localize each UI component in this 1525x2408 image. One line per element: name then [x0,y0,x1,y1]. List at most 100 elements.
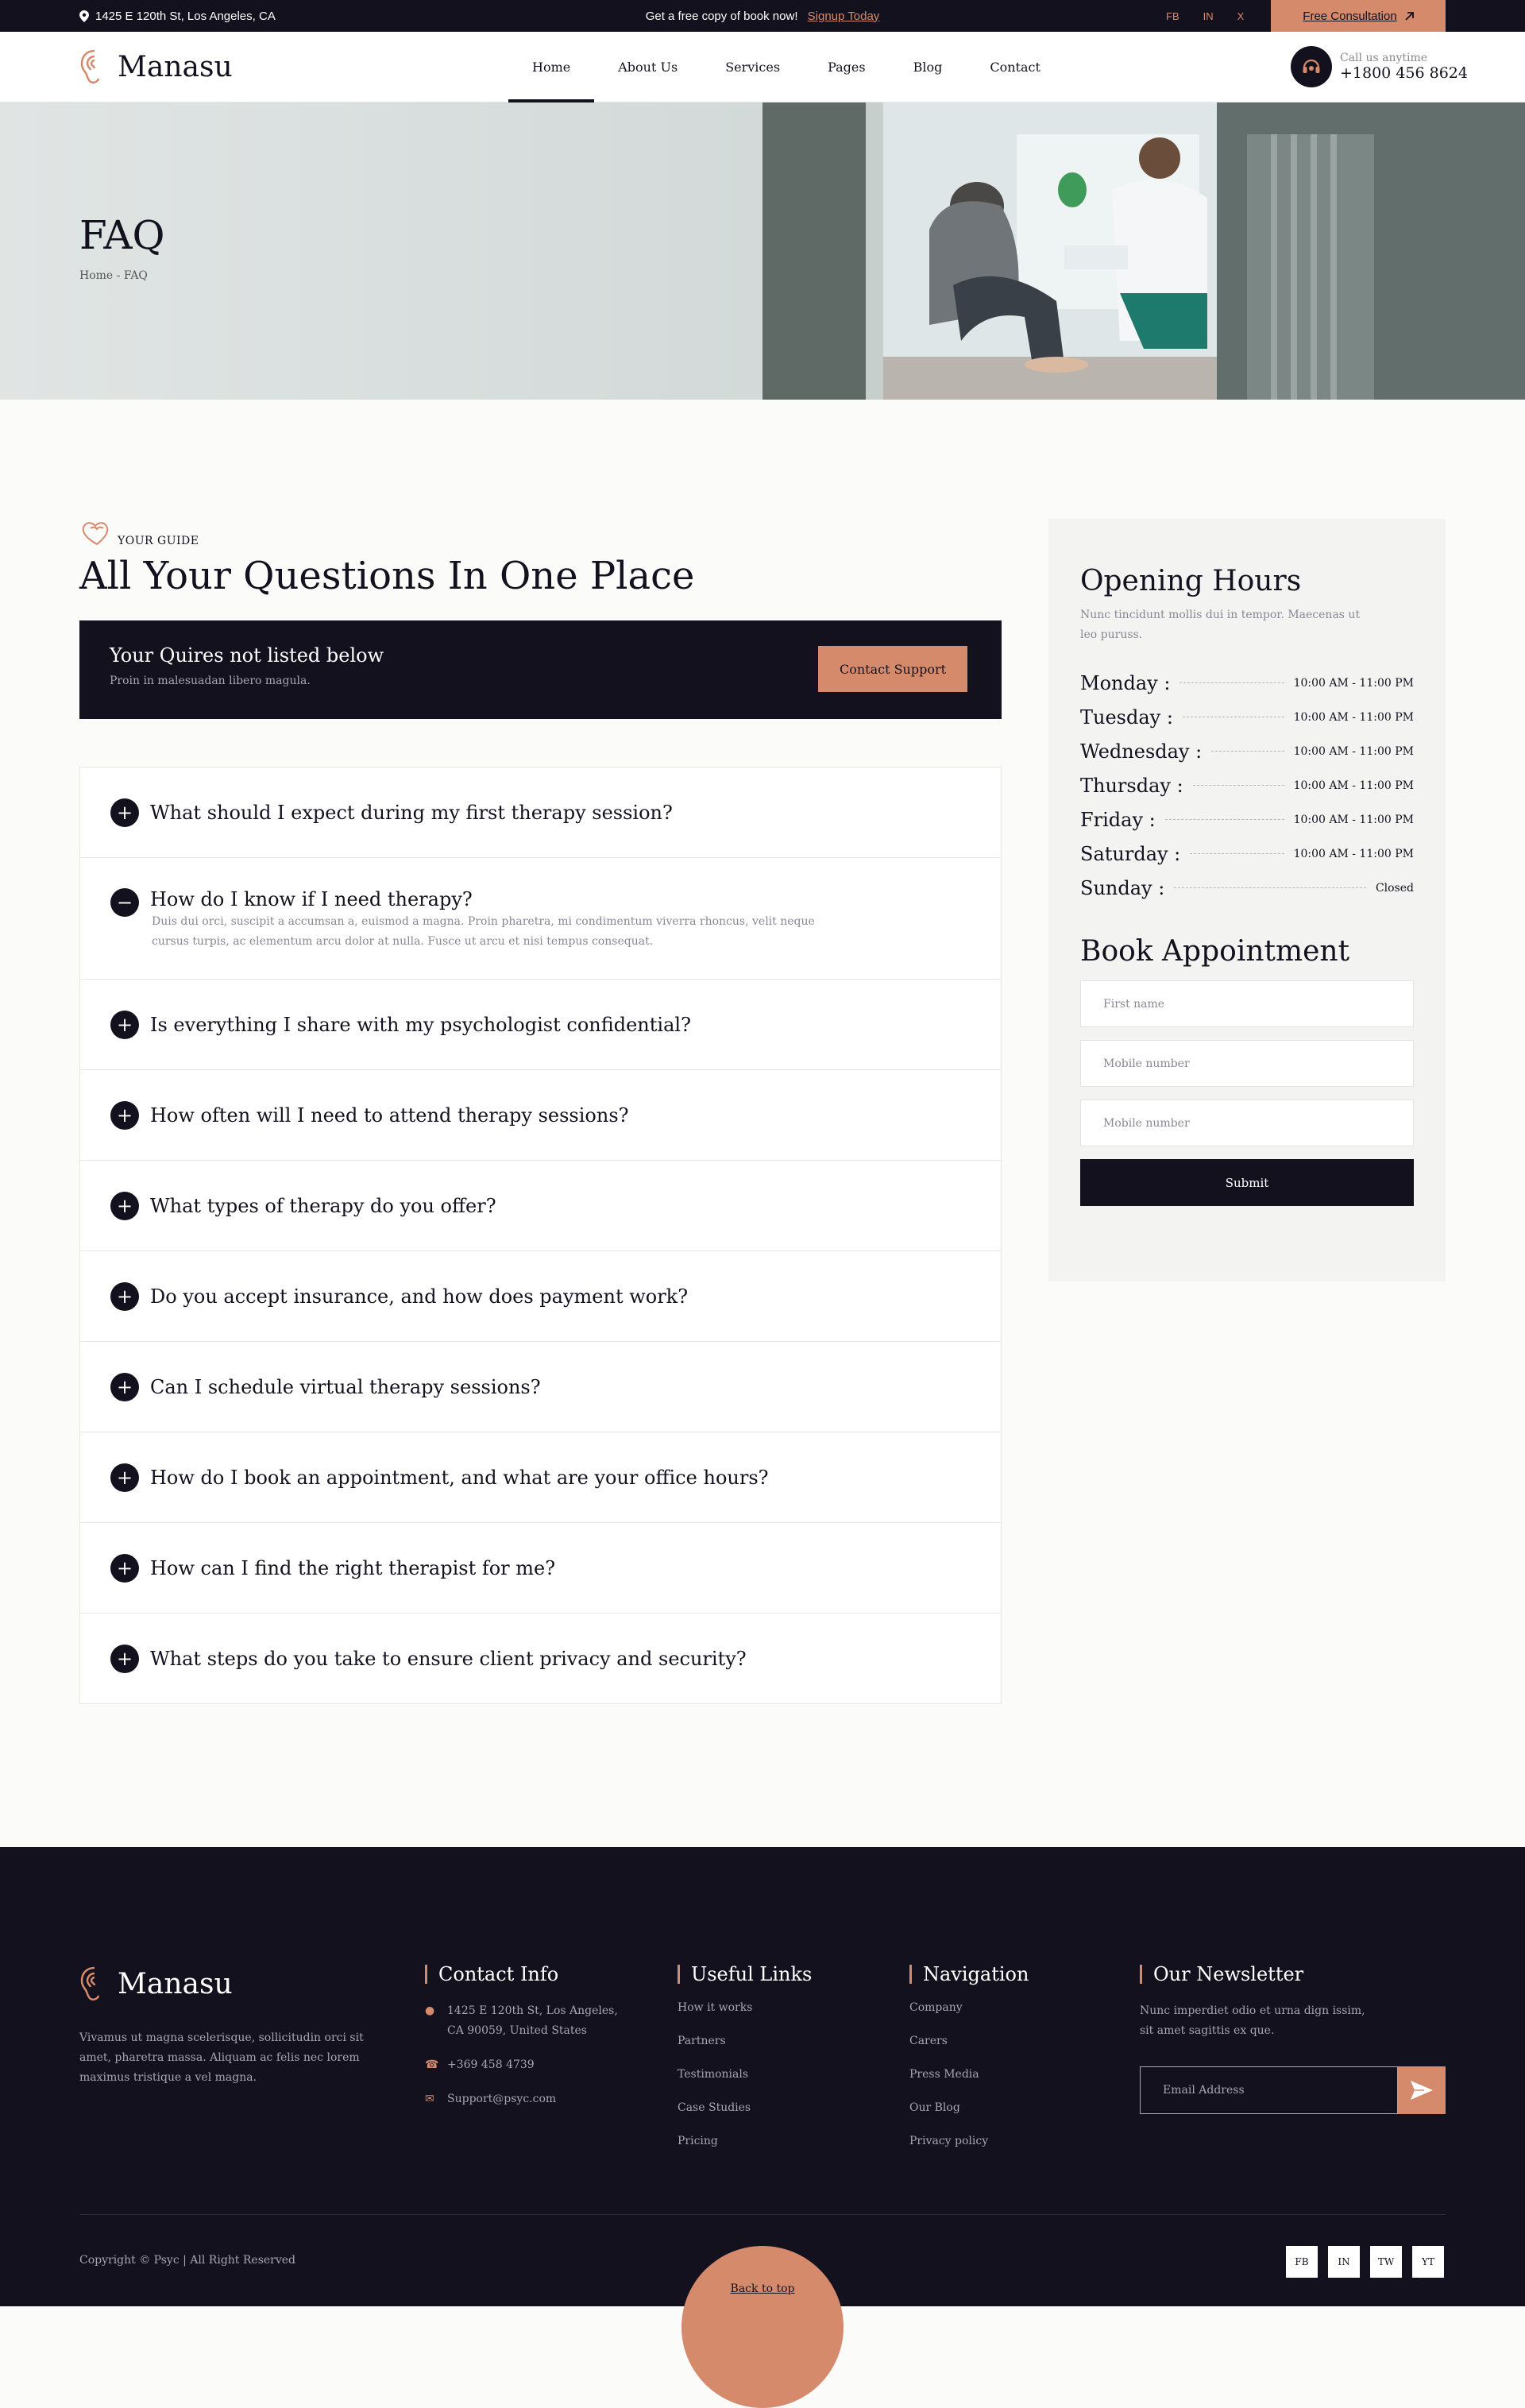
hours-row: Tuesday : 10:00 AM - 11:00 PM [1080,700,1414,734]
footer-nav-link[interactable]: Company [909,2001,1029,2035]
faq-question-row[interactable]: + Can I schedule virtual therapy session… [110,1342,971,1432]
useful-links-title: Useful Links [678,1965,812,1984]
hours-day: Wednesday : [1080,740,1203,763]
hours-divider [1164,819,1284,820]
headset-icon [1303,59,1320,73]
plus-icon[interactable]: + [110,1372,139,1401]
top-social-in[interactable]: IN [1203,10,1214,22]
contact-support-button[interactable]: Contact Support [818,646,967,692]
footer-link[interactable]: Testimonials [678,2068,812,2101]
signup-link[interactable]: Signup Today [808,10,880,23]
section-title: All Your Questions In One Place [79,554,695,598]
sidebar-panel: Opening Hours Nunc tincidunt mollis dui … [1048,519,1446,1281]
submit-button[interactable]: Submit [1080,1159,1414,1206]
free-consultation-button[interactable]: Free Consultation [1271,0,1446,32]
top-social-x[interactable]: X [1237,10,1245,22]
plus-icon[interactable]: + [110,1644,139,1673]
footer-social-in[interactable]: IN [1328,2246,1360,2278]
footer-divider [79,2214,1446,2215]
faq-item[interactable]: + What steps do you take to ensure clien… [80,1614,1001,1703]
faq-question-row[interactable]: + How do I book an appointment, and what… [110,1432,971,1522]
nav-pages[interactable]: Pages [804,32,890,102]
faq-question: Do you accept insurance, and how does pa… [150,1285,689,1308]
minus-icon[interactable]: − [110,888,139,917]
footer-social-tw[interactable]: TW [1370,2246,1402,2278]
nav-about[interactable]: About Us [594,32,701,102]
hours-time: 10:00 AM - 11:00 PM [1293,744,1414,758]
nav-blog[interactable]: Blog [890,32,967,102]
mobile-number-field-2[interactable]: Mobile number [1080,1100,1414,1146]
hours-day: Thursday : [1080,774,1183,797]
first-name-field[interactable]: First name [1080,980,1414,1027]
hours-divider [1211,751,1284,752]
faq-item[interactable]: + How often will I need to attend therap… [80,1070,1001,1161]
contact-phone[interactable]: ☎ +369 458 4739 [425,2055,630,2075]
hero-therapy-photo [762,102,1525,400]
faq-item[interactable]: + What types of therapy do you offer? [80,1161,1001,1251]
hours-day: Friday : [1080,808,1156,831]
faq-item[interactable]: + Do you accept insurance, and how does … [80,1251,1001,1342]
location-pin-icon: ● [425,2004,435,2017]
contact-email[interactable]: ✉ Support@psyc.com [425,2089,630,2109]
footer-nav-link[interactable]: Carers [909,2035,1029,2068]
faq-item[interactable]: + How do I book an appointment, and what… [80,1432,1001,1523]
brand-logo[interactable]: Manasu [79,49,233,84]
footer-link[interactable]: How it works [678,2001,812,2035]
plus-icon[interactable]: + [110,1100,139,1130]
faq-question-row[interactable]: + How often will I need to attend therap… [110,1070,971,1160]
email-input[interactable]: Email Address [1140,2066,1398,2114]
plus-icon[interactable]: + [110,798,139,827]
footer-link[interactable]: Case Studies [678,2101,812,2135]
plus-icon[interactable]: + [110,1191,139,1220]
plus-icon[interactable]: + [110,1463,139,1492]
back-to-top-label: Back to top [730,2282,795,2295]
faq-item-open[interactable]: − How do I know if I need therapy? Duis … [80,858,1001,980]
newsletter-desc: Nunc imperdiet odio et urna dign issim, … [1140,2004,1365,2037]
hours-day: Tuesday : [1080,705,1173,729]
footer-link[interactable]: Pricing [678,2135,812,2168]
contact-address: ● 1425 E 120th St, Los Angeles, CA 90059,… [425,2001,630,2041]
hours-list: Monday : 10:00 AM - 11:00 PM Tuesday : 10:… [1080,666,1414,905]
faq-question-row[interactable]: + What types of therapy do you offer? [110,1161,971,1250]
faq-question-row[interactable]: + Is everything I share with my psycholo… [110,980,971,1069]
nav-contact[interactable]: Contact [966,32,1064,102]
faq-question: What steps do you take to ensure client … [150,1647,747,1670]
faq-question-row[interactable]: + How can I find the right therapist for… [110,1523,971,1613]
footer-nav-link[interactable]: Our Blog [909,2101,1029,2135]
nav-home[interactable]: Home [508,32,595,102]
main-header: Manasu Home About Us Services Pages Blog… [0,32,1525,102]
footer-social-yt[interactable]: YT [1412,2246,1444,2278]
faq-answer: Duis dui orci, suscipit a accumsan a, eu… [152,915,815,948]
faq-question-row[interactable]: + What steps do you take to ensure clien… [110,1614,971,1703]
contact-phone-text: +369 458 4739 [447,2058,535,2071]
faq-item[interactable]: + Is everything I share with my psycholo… [80,980,1001,1070]
faq-item[interactable]: + Can I schedule virtual therapy session… [80,1342,1001,1432]
call-text: Call us anytime +1800 456 8624 [1340,52,1468,82]
faq-question-row[interactable]: + What should I expect during my first t… [110,767,971,857]
phone-icon: ☎ [425,2058,439,2071]
call-box[interactable]: Call us anytime +1800 456 8624 [1291,46,1468,87]
back-to-top-button[interactable]: Back to top [681,2246,844,2408]
footer-link[interactable]: Partners [678,2035,812,2068]
faq-item[interactable]: + What should I expect during my first t… [80,767,1001,858]
footer-nav-link[interactable]: Privacy policy [909,2135,1029,2168]
footer-contact: Contact Info ● 1425 E 120th St, Los Angel… [425,1965,630,2124]
footer-social-fb[interactable]: FB [1286,2246,1318,2278]
faq-main: YOUR GUIDE All Your Questions In One Pla… [0,400,1525,1847]
contact-email-text: Support@psyc.com [447,2093,557,2105]
footer-logo[interactable]: Manasu [79,1966,233,2001]
plus-icon[interactable]: + [110,1010,139,1039]
faq-question-row[interactable]: + Do you accept insurance, and how does … [110,1251,971,1341]
brand-name: Manasu [118,50,233,83]
top-social-fb[interactable]: FB [1166,10,1179,22]
newsletter-send-button[interactable] [1398,2066,1446,2114]
nav-services[interactable]: Services [701,32,804,102]
faq-question: Can I schedule virtual therapy sessions? [150,1375,541,1398]
faq-question: What types of therapy do you offer? [150,1194,496,1217]
plus-icon[interactable]: + [110,1281,139,1311]
faq-item[interactable]: + How can I find the right therapist for… [80,1523,1001,1614]
mobile-number-field[interactable]: Mobile number [1080,1040,1414,1087]
hours-row: Sunday : Closed [1080,871,1414,905]
plus-icon[interactable]: + [110,1553,139,1583]
footer-nav-link[interactable]: Press Media [909,2068,1029,2101]
